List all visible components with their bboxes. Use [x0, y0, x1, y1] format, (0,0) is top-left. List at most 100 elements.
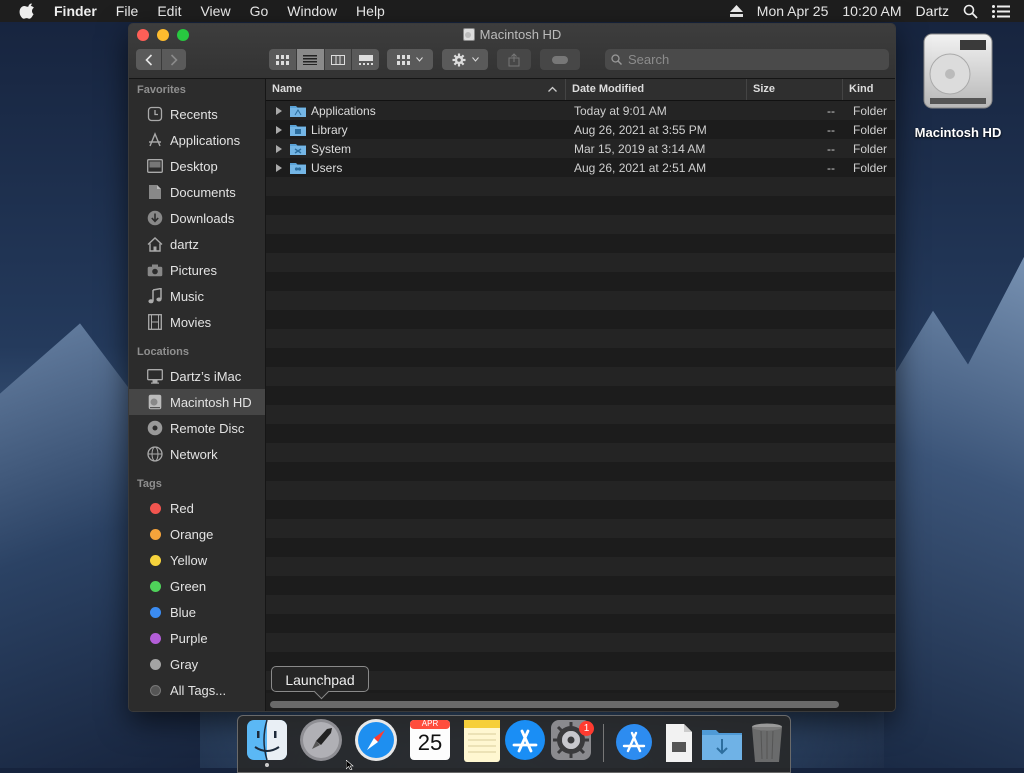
notes-icon[interactable]: [458, 718, 506, 766]
table-row[interactable]: Library Aug 26, 2021 at 3:55 PM -- Folde…: [266, 120, 895, 139]
table-row[interactable]: Users Aug 26, 2021 at 2:51 AM -- Folder: [266, 158, 895, 177]
back-button[interactable]: [137, 49, 161, 70]
share-button[interactable]: [497, 49, 531, 70]
sidebar-item-applications[interactable]: Applications: [129, 127, 265, 153]
sidebar-item-home[interactable]: dartz: [129, 231, 265, 257]
spotlight-search-icon[interactable]: [963, 4, 978, 19]
forward-button[interactable]: [160, 49, 186, 70]
menubar-date[interactable]: Mon Apr 25: [757, 3, 829, 19]
sidebar-item-pictures[interactable]: Pictures: [129, 257, 265, 283]
sidebar-tag-green[interactable]: Green: [129, 573, 265, 599]
sidebar-tag-purple[interactable]: Purple: [129, 625, 265, 651]
group-by-button[interactable]: [387, 49, 433, 70]
menu-go[interactable]: Go: [250, 3, 269, 19]
downloads-folder-icon[interactable]: [698, 718, 746, 766]
sidebar-item-label: All Tags...: [170, 682, 227, 698]
applications-folder-icon[interactable]: [610, 718, 658, 766]
system-preferences-icon[interactable]: 1: [547, 718, 595, 766]
navigation-buttons: [136, 49, 186, 70]
menu-file[interactable]: File: [116, 3, 139, 19]
sidebar-tag-red[interactable]: Red: [129, 495, 265, 521]
file-date: Mar 15, 2019 at 3:14 AM: [574, 141, 706, 156]
sidebar-item-macintosh-hd[interactable]: Macintosh HD: [129, 389, 265, 415]
download-icon: [147, 210, 163, 226]
trash-icon[interactable]: [743, 718, 791, 766]
column-header-date[interactable]: Date Modified: [566, 79, 747, 100]
document-stack-icon[interactable]: [654, 718, 702, 766]
sidebar-item-label: Purple: [170, 630, 208, 646]
disc-icon: [147, 420, 163, 436]
file-size: --: [827, 103, 835, 118]
sidebar-item-network[interactable]: Network: [129, 441, 265, 467]
sidebar-tag-gray[interactable]: Gray: [129, 651, 265, 677]
desktop-drive-label: Macintosh HD: [914, 125, 1002, 140]
menu-view[interactable]: View: [200, 3, 230, 19]
search-field[interactable]: [605, 49, 889, 70]
sidebar-item-label: Blue: [170, 604, 197, 620]
chevron-left-icon: [144, 53, 152, 66]
search-input[interactable]: [626, 51, 870, 68]
sidebar-item-remote-disc[interactable]: Remote Disc: [129, 415, 265, 441]
sidebar-item-documents[interactable]: Documents: [129, 179, 265, 205]
chevron-down-icon: [416, 57, 423, 62]
menu-edit[interactable]: Edit: [157, 3, 181, 19]
tag-green-dot-icon: [149, 580, 161, 592]
disclosure-triangle-icon[interactable]: [274, 106, 284, 116]
sidebar-item-label: Green: [170, 578, 207, 594]
action-menu-button[interactable]: [442, 49, 488, 70]
column-header-kind[interactable]: Kind: [843, 79, 895, 100]
sidebar-tag-orange[interactable]: Orange: [129, 521, 265, 547]
table-row[interactable]: Applications Today at 9:01 AM -- Folder: [266, 101, 895, 120]
sidebar-item-downloads[interactable]: Downloads: [129, 205, 265, 231]
apple-icon[interactable]: [18, 3, 38, 19]
sidebar-header-favorites: Favorites: [137, 84, 186, 96]
gear-icon: [452, 53, 465, 66]
calendar-icon[interactable]: APR 25: [406, 718, 454, 766]
column-headers: Name Date Modified Size Kind: [266, 79, 895, 101]
menu-help[interactable]: Help: [356, 3, 385, 19]
table-row[interactable]: System Mar 15, 2019 at 3:14 AM -- Folder: [266, 139, 895, 158]
document-icon: [149, 185, 161, 199]
sidebar-item-label: Movies: [170, 314, 212, 330]
sidebar-tag-blue[interactable]: Blue: [129, 599, 265, 625]
column-header-size[interactable]: Size: [747, 79, 843, 100]
file-date: Aug 26, 2021 at 2:51 AM: [574, 160, 707, 175]
sidebar-item-movies[interactable]: Movies: [129, 309, 265, 335]
sidebar-item-imac[interactable]: Dartz’s iMac: [129, 363, 265, 389]
gallery-view-button[interactable]: [351, 49, 379, 70]
sidebar-item-recents[interactable]: Recents: [129, 101, 265, 127]
horizontal-scrollbar[interactable]: [270, 701, 839, 708]
desktop-macintosh-hd[interactable]: Macintosh HD: [908, 30, 1008, 140]
notification-center-icon[interactable]: [992, 4, 1010, 18]
file-name: System: [311, 141, 352, 156]
finder-icon[interactable]: [243, 718, 291, 766]
tags-button[interactable]: [540, 49, 580, 70]
disclosure-triangle-icon[interactable]: [274, 163, 284, 173]
menubar-time[interactable]: 10:20 AM: [842, 3, 901, 19]
disclosure-triangle-icon[interactable]: [274, 144, 284, 154]
file-name: Users: [311, 160, 343, 175]
sidebar-tag-yellow[interactable]: Yellow: [129, 547, 265, 573]
safari-icon[interactable]: [352, 718, 400, 766]
sidebar-item-desktop[interactable]: Desktop: [129, 153, 265, 179]
icon-view-button[interactable]: [269, 49, 296, 70]
menubar-user[interactable]: Dartz: [916, 3, 949, 19]
launchpad-icon[interactable]: [297, 718, 345, 766]
disclosure-triangle-icon[interactable]: [274, 125, 284, 135]
sidebar-header-locations: Locations: [137, 346, 189, 358]
sidebar-item-label: Red: [170, 500, 194, 516]
sidebar-item-music[interactable]: Music: [129, 283, 265, 309]
menu-finder[interactable]: Finder: [54, 3, 97, 19]
eject-icon[interactable]: [729, 5, 743, 17]
column-view-button[interactable]: [323, 49, 352, 70]
tag-icon: [552, 55, 568, 64]
menu-window[interactable]: Window: [287, 3, 337, 19]
list-view-button[interactable]: [295, 49, 324, 70]
sidebar-tag-all-tags[interactable]: All Tags...: [129, 677, 265, 703]
hard-drive-icon: [148, 394, 162, 410]
window-titlebar[interactable]: Macintosh HD: [129, 24, 895, 79]
calendar-day: 25: [417, 730, 443, 755]
sidebar-item-label: Gray: [170, 656, 199, 672]
app-store-icon[interactable]: [501, 718, 549, 766]
column-header-name[interactable]: Name: [266, 79, 566, 100]
